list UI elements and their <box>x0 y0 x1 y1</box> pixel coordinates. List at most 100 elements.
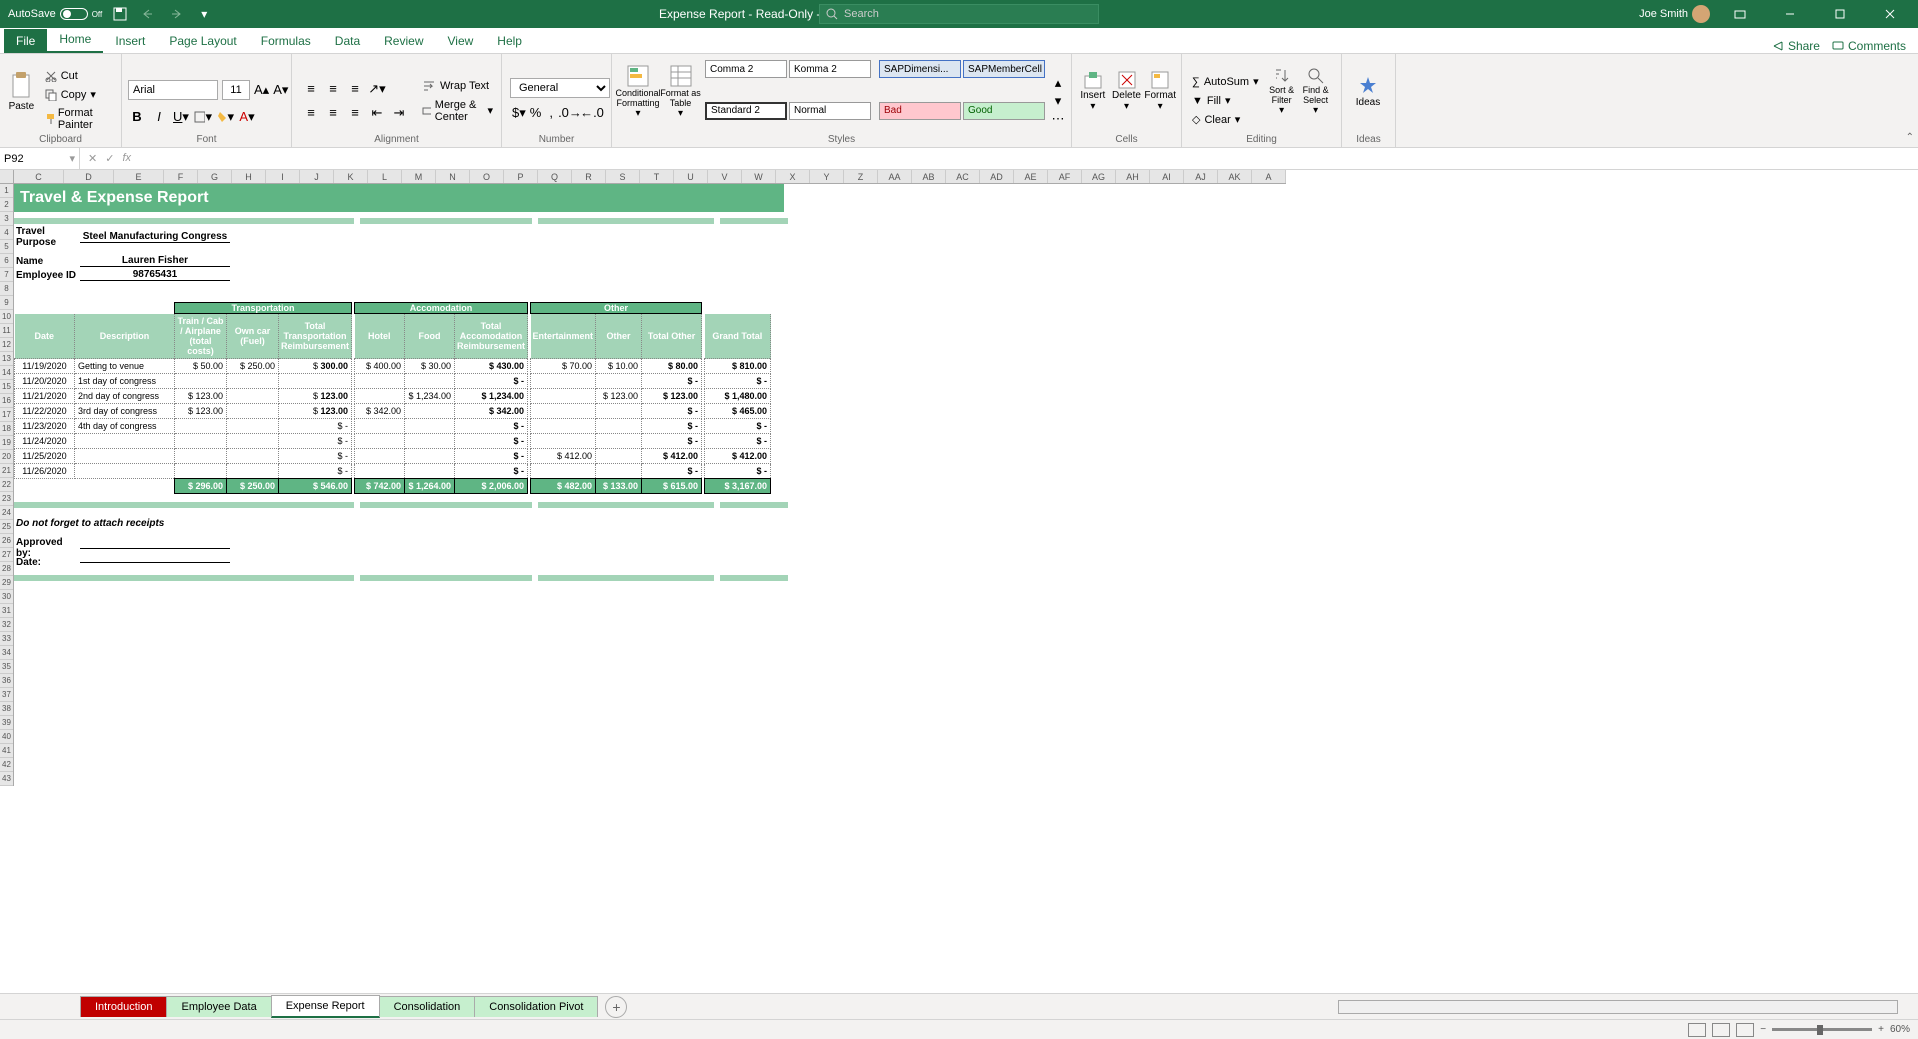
tab-help[interactable]: Help <box>485 29 534 53</box>
search-input[interactable]: Search <box>819 4 1099 24</box>
undo-icon[interactable] <box>138 4 158 24</box>
collapse-ribbon-icon[interactable]: ⌃ <box>1906 132 1914 143</box>
col-header[interactable]: AG <box>1082 170 1116 183</box>
col-header[interactable]: V <box>708 170 742 183</box>
select-all-corner[interactable] <box>0 170 14 184</box>
zoom-slider[interactable] <box>1772 1028 1872 1031</box>
col-header[interactable]: Y <box>810 170 844 183</box>
align-middle-icon[interactable]: ≡ <box>324 80 342 98</box>
col-header[interactable]: D <box>64 170 114 183</box>
zoom-level[interactable]: 60% <box>1890 1024 1910 1035</box>
font-name-select[interactable] <box>128 80 218 100</box>
col-header[interactable]: X <box>776 170 810 183</box>
col-header[interactable]: K <box>334 170 368 183</box>
row-header[interactable]: 33 <box>0 632 13 646</box>
spreadsheet-grid[interactable]: CDEFGHIJKLMNOPQRSTUVWXYZAAABACADAEAFAGAH… <box>0 170 1918 993</box>
style-comma2[interactable]: Comma 2 <box>705 60 787 78</box>
row-header[interactable]: 14 <box>0 366 13 380</box>
col-header[interactable]: I <box>266 170 300 183</box>
style-good[interactable]: Good <box>963 102 1045 120</box>
col-header[interactable]: H <box>232 170 266 183</box>
autosave-toggle[interactable]: AutoSave Off <box>8 8 102 20</box>
cut-button[interactable]: Cut <box>41 68 117 84</box>
comments-button[interactable]: Comments <box>1832 39 1906 53</box>
col-header[interactable]: Q <box>538 170 572 183</box>
row-header[interactable]: 8 <box>0 282 13 296</box>
style-standard2[interactable]: Standard 2 <box>705 102 787 120</box>
row-header[interactable]: 30 <box>0 590 13 604</box>
style-komma2[interactable]: Komma 2 <box>789 60 871 78</box>
row-header[interactable]: 23 <box>0 492 13 506</box>
comma-icon[interactable]: , <box>545 104 557 122</box>
row-header[interactable]: 31 <box>0 604 13 618</box>
row-header[interactable]: 42 <box>0 758 13 772</box>
percent-icon[interactable]: % <box>530 104 542 122</box>
row-header[interactable]: 7 <box>0 268 13 282</box>
row-header[interactable]: 41 <box>0 744 13 758</box>
col-header[interactable]: F <box>164 170 198 183</box>
col-header[interactable]: AB <box>912 170 946 183</box>
maximize-icon[interactable] <box>1820 0 1860 28</box>
style-sapdimension[interactable]: SAPDimensi... <box>879 60 961 78</box>
row-header[interactable]: 10 <box>0 310 13 324</box>
find-select-button[interactable]: Find & Select▾ <box>1299 56 1333 126</box>
row-header[interactable]: 21 <box>0 464 13 478</box>
increase-decimal-icon[interactable]: .0→ <box>561 104 579 122</box>
align-center-icon[interactable]: ≡ <box>324 104 342 122</box>
increase-indent-icon[interactable]: ⇥ <box>390 104 408 122</box>
tab-file[interactable]: File <box>4 29 47 53</box>
add-sheet-button[interactable]: + <box>605 996 627 1018</box>
orientation-icon[interactable]: ↗▾ <box>368 80 386 98</box>
row-header[interactable]: 26 <box>0 534 13 548</box>
tab-formulas[interactable]: Formulas <box>249 29 323 53</box>
style-bad[interactable]: Bad <box>879 102 961 120</box>
row-header[interactable]: 15 <box>0 380 13 394</box>
tab-view[interactable]: View <box>436 29 486 53</box>
minimize-icon[interactable] <box>1770 0 1810 28</box>
row-header[interactable]: 32 <box>0 618 13 632</box>
format-as-table-button[interactable]: Format as Table▾ <box>660 56 701 126</box>
col-header[interactable]: AF <box>1048 170 1082 183</box>
autosum-button[interactable]: ∑ AutoSum ▾ <box>1188 73 1263 90</box>
col-header[interactable]: AK <box>1218 170 1252 183</box>
decrease-font-icon[interactable]: A▾ <box>273 81 288 99</box>
zoom-out-icon[interactable]: − <box>1760 1024 1766 1035</box>
ideas-button[interactable]: Ideas <box>1346 56 1390 126</box>
column-headers[interactable]: CDEFGHIJKLMNOPQRSTUVWXYZAAABACADAEAFAGAH… <box>14 170 1286 184</box>
number-format-select[interactable]: General <box>510 78 610 98</box>
col-header[interactable]: S <box>606 170 640 183</box>
col-header[interactable]: C <box>14 170 64 183</box>
paste-button[interactable]: Paste <box>4 56 39 126</box>
horizontal-scrollbar[interactable] <box>1338 1000 1898 1014</box>
tab-data[interactable]: Data <box>323 29 372 53</box>
col-header[interactable]: AD <box>980 170 1014 183</box>
col-header[interactable]: E <box>114 170 164 183</box>
sheet-tab-consolidation-pivot[interactable]: Consolidation Pivot <box>474 996 598 1017</box>
row-header[interactable]: 1 <box>0 184 13 198</box>
sheet-tab-introduction[interactable]: Introduction <box>80 996 167 1017</box>
font-size-select[interactable] <box>222 80 250 100</box>
col-header[interactable]: N <box>436 170 470 183</box>
col-header[interactable]: AH <box>1116 170 1150 183</box>
row-header[interactable]: 43 <box>0 772 13 786</box>
fill-color-icon[interactable]: ▾ <box>216 108 234 126</box>
col-header[interactable]: J <box>300 170 334 183</box>
borders-icon[interactable]: ▾ <box>194 108 212 126</box>
underline-icon[interactable]: U ▾ <box>172 108 190 126</box>
decrease-decimal-icon[interactable]: ←.0 <box>583 104 601 122</box>
row-header[interactable]: 11 <box>0 324 13 338</box>
cancel-formula-icon[interactable]: ✕ <box>88 152 97 165</box>
sheet-tab-consolidation[interactable]: Consolidation <box>379 996 476 1017</box>
col-header[interactable]: U <box>674 170 708 183</box>
zoom-in-icon[interactable]: + <box>1878 1024 1884 1035</box>
col-header[interactable]: Z <box>844 170 878 183</box>
save-icon[interactable] <box>110 4 130 24</box>
tab-insert[interactable]: Insert <box>103 29 157 53</box>
style-sapmember[interactable]: SAPMemberCell <box>963 60 1045 78</box>
col-header[interactable]: AE <box>1014 170 1048 183</box>
merge-center-button[interactable]: Merge & Center ▾ <box>418 97 497 125</box>
user-account[interactable]: Joe Smith <box>1639 5 1710 23</box>
row-header[interactable]: 24 <box>0 506 13 520</box>
delete-cells-button[interactable]: Delete▾ <box>1110 56 1144 126</box>
page-layout-view-icon[interactable] <box>1712 1023 1730 1037</box>
